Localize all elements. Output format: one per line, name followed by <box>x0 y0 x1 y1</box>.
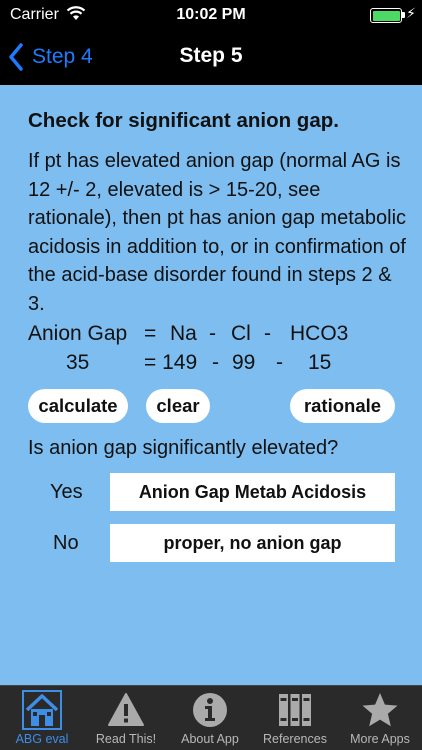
minus-sign: - <box>209 322 216 345</box>
tab-bar: ABG eval Read This! About App References… <box>0 685 422 750</box>
star-icon <box>360 690 400 730</box>
bicarbonate-label: HCO3 <box>290 322 349 345</box>
tab-label: References <box>263 732 327 746</box>
battery-icon <box>370 8 402 23</box>
navigation-bar: Step 4 Step 5 <box>0 30 422 85</box>
no-label: No <box>53 532 79 554</box>
tab-label: ABG eval <box>15 732 69 746</box>
info-icon <box>190 690 230 730</box>
step-content: Check for significant anion gap. If pt h… <box>0 85 422 685</box>
bicarbonate-value: 15 <box>308 351 332 374</box>
tab-label: About App <box>181 732 239 746</box>
minus-sign: - <box>264 322 271 345</box>
tab-label: More Apps <box>350 732 410 746</box>
status-time: 10:02 PM <box>176 6 246 23</box>
step-heading: Check for significant anion gap. <box>28 109 339 132</box>
chloride-label: Cl <box>231 322 251 345</box>
equals-sign: = <box>144 322 157 345</box>
chloride-value: 99 <box>232 351 256 374</box>
step-instructions: If pt has elevated anion gap (normal AG … <box>28 150 407 315</box>
tab-abg-eval[interactable]: ABG eval <box>0 686 84 750</box>
warning-icon <box>106 690 146 730</box>
battery-tip <box>402 12 405 18</box>
no-answer-button[interactable]: proper, no anion gap <box>110 524 395 562</box>
charging-bolt-icon: ⚡ <box>406 5 416 21</box>
tab-label: Read This! <box>95 732 157 746</box>
clear-button[interactable]: clear <box>146 389 210 423</box>
rationale-button[interactable]: rationale <box>290 389 395 423</box>
tab-about-app[interactable]: About App <box>168 686 252 750</box>
anion-gap-result: 35 <box>66 351 90 374</box>
tab-references[interactable]: References <box>253 686 337 750</box>
calculate-button[interactable]: calculate <box>28 389 128 423</box>
house-icon <box>22 690 62 730</box>
sodium-label: Na <box>170 322 197 345</box>
yes-answer-button[interactable]: Anion Gap Metab Acidosis <box>110 473 395 511</box>
books-icon <box>275 690 315 730</box>
question-text: Is anion gap significantly elevated? <box>28 437 339 459</box>
page-title: Step 5 <box>179 44 243 67</box>
status-bar: Carrier 10:02 PM ⚡ <box>0 0 422 30</box>
minus-sign: - <box>212 351 219 374</box>
tab-read-this[interactable]: Read This! <box>84 686 168 750</box>
tab-more-apps[interactable]: More Apps <box>338 686 422 750</box>
minus-sign: - <box>276 351 283 374</box>
yes-label: Yes <box>50 481 83 503</box>
sodium-value: = 149 <box>144 351 198 374</box>
anion-gap-label: Anion Gap <box>28 322 128 345</box>
